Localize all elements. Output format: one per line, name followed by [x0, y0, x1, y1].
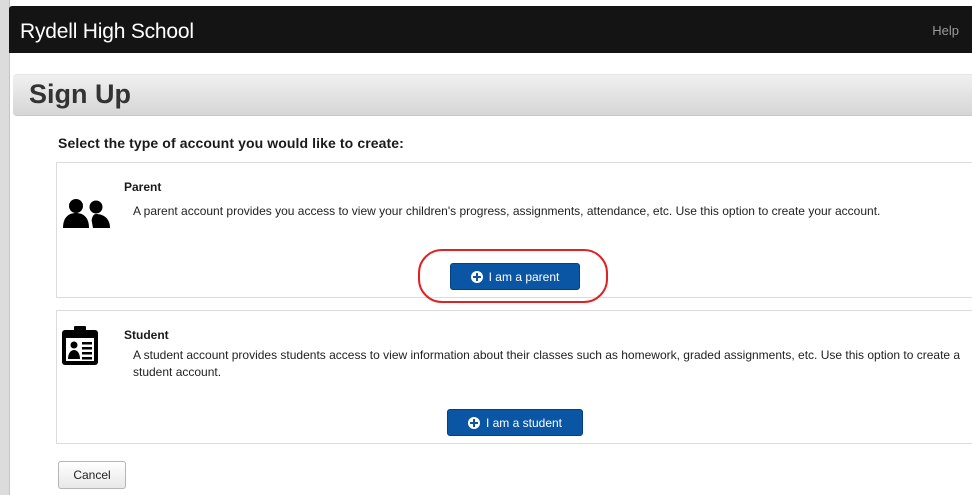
i-am-a-parent-button[interactable]: I am a parent: [450, 263, 580, 290]
student-id-badge-icon: [62, 326, 98, 365]
student-card-title: Student: [124, 328, 169, 342]
page-title-bar: Sign Up: [13, 74, 972, 116]
student-button-label: I am a student: [485, 415, 563, 430]
i-am-a-student-button[interactable]: I am a student: [447, 409, 583, 436]
school-name: Rydell High School: [20, 20, 194, 43]
parent-account-card: Parent A parent account provides you acc…: [56, 162, 972, 298]
help-link[interactable]: Help: [932, 23, 959, 38]
parent-button-label: I am a parent: [488, 269, 560, 284]
parent-card-title: Parent: [124, 180, 162, 194]
top-header-bar: Rydell High School Help: [9, 6, 972, 53]
plus-circle-icon: [467, 416, 480, 429]
student-card-description: A student account provides students acce…: [133, 348, 961, 379]
account-type-prompt: Select the type of account you would lik…: [58, 135, 404, 151]
parents-icon: [63, 199, 110, 228]
plus-circle-icon: [470, 270, 483, 283]
parent-card-description: A parent account provides you access to …: [133, 204, 881, 218]
student-account-card: Student A student account provides stude…: [56, 310, 972, 444]
cancel-button[interactable]: Cancel: [58, 461, 126, 489]
window-left-frame: [0, 0, 10, 495]
page-title: Sign Up: [29, 79, 131, 109]
